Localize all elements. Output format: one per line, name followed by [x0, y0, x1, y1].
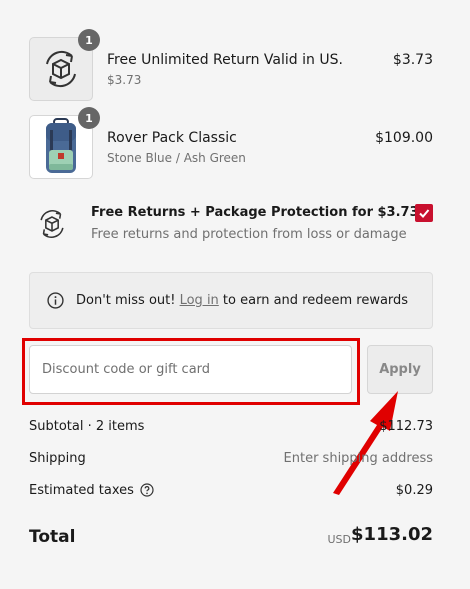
total-label: Total [29, 527, 76, 547]
shipping-label: Shipping [29, 451, 86, 466]
rewards-message: Don't miss out! Log in to earn and redee… [76, 293, 408, 308]
info-icon [47, 292, 64, 309]
taxes-row: Estimated taxes $0.29 [29, 483, 433, 503]
taxes-label-wrap: Estimated taxes [29, 483, 154, 498]
line-item: 1 Rover Pack Classic Stone Blue / Ash Gr… [29, 107, 433, 179]
line-item: 1 Free Unlimited Return Valid in US. $3.… [29, 29, 433, 101]
quantity-badge: 1 [78, 107, 100, 129]
subtotal-row: Subtotal · 2 items $112.73 [29, 419, 433, 439]
taxes-label: Estimated taxes [29, 483, 134, 498]
item-title: Free Unlimited Return Valid in US. [107, 52, 343, 68]
return-box-icon [40, 210, 64, 238]
rewards-banner: Don't miss out! Log in to earn and redee… [29, 272, 433, 329]
subtotal-value: $112.73 [379, 419, 433, 434]
total-row: Total USD $113.02 [29, 524, 433, 552]
backpack-image [46, 118, 76, 173]
total-amount: $113.02 [351, 524, 433, 545]
total-currency: USD [327, 533, 351, 546]
item-subtitle: Stone Blue / Ash Green [107, 151, 246, 165]
item-title: Rover Pack Classic [107, 130, 237, 146]
protection-subtitle: Free returns and protection from loss or… [91, 227, 407, 242]
shipping-row: Shipping Enter shipping address [29, 451, 433, 471]
help-icon[interactable] [140, 483, 154, 497]
item-subtitle: $3.73 [107, 73, 142, 87]
discount-code-input[interactable] [29, 345, 352, 394]
item-price: $109.00 [375, 130, 433, 146]
checkmark-icon [419, 209, 430, 218]
return-box-icon [46, 50, 76, 88]
rewards-prefix: Don't miss out! [76, 293, 180, 308]
subtotal-label: Subtotal · 2 items [29, 419, 145, 434]
protection-checkbox[interactable] [415, 204, 433, 222]
rewards-suffix: to earn and redeem rewards [218, 293, 409, 308]
quantity-badge: 1 [78, 29, 100, 51]
item-price: $3.73 [392, 52, 433, 68]
package-protection: Free Returns + Package Protection for $3… [29, 202, 433, 252]
taxes-value: $0.29 [395, 483, 433, 498]
protection-title: Free Returns + Package Protection for $3… [91, 205, 419, 220]
shipping-value: Enter shipping address [283, 451, 433, 466]
login-link[interactable]: Log in [180, 293, 219, 308]
